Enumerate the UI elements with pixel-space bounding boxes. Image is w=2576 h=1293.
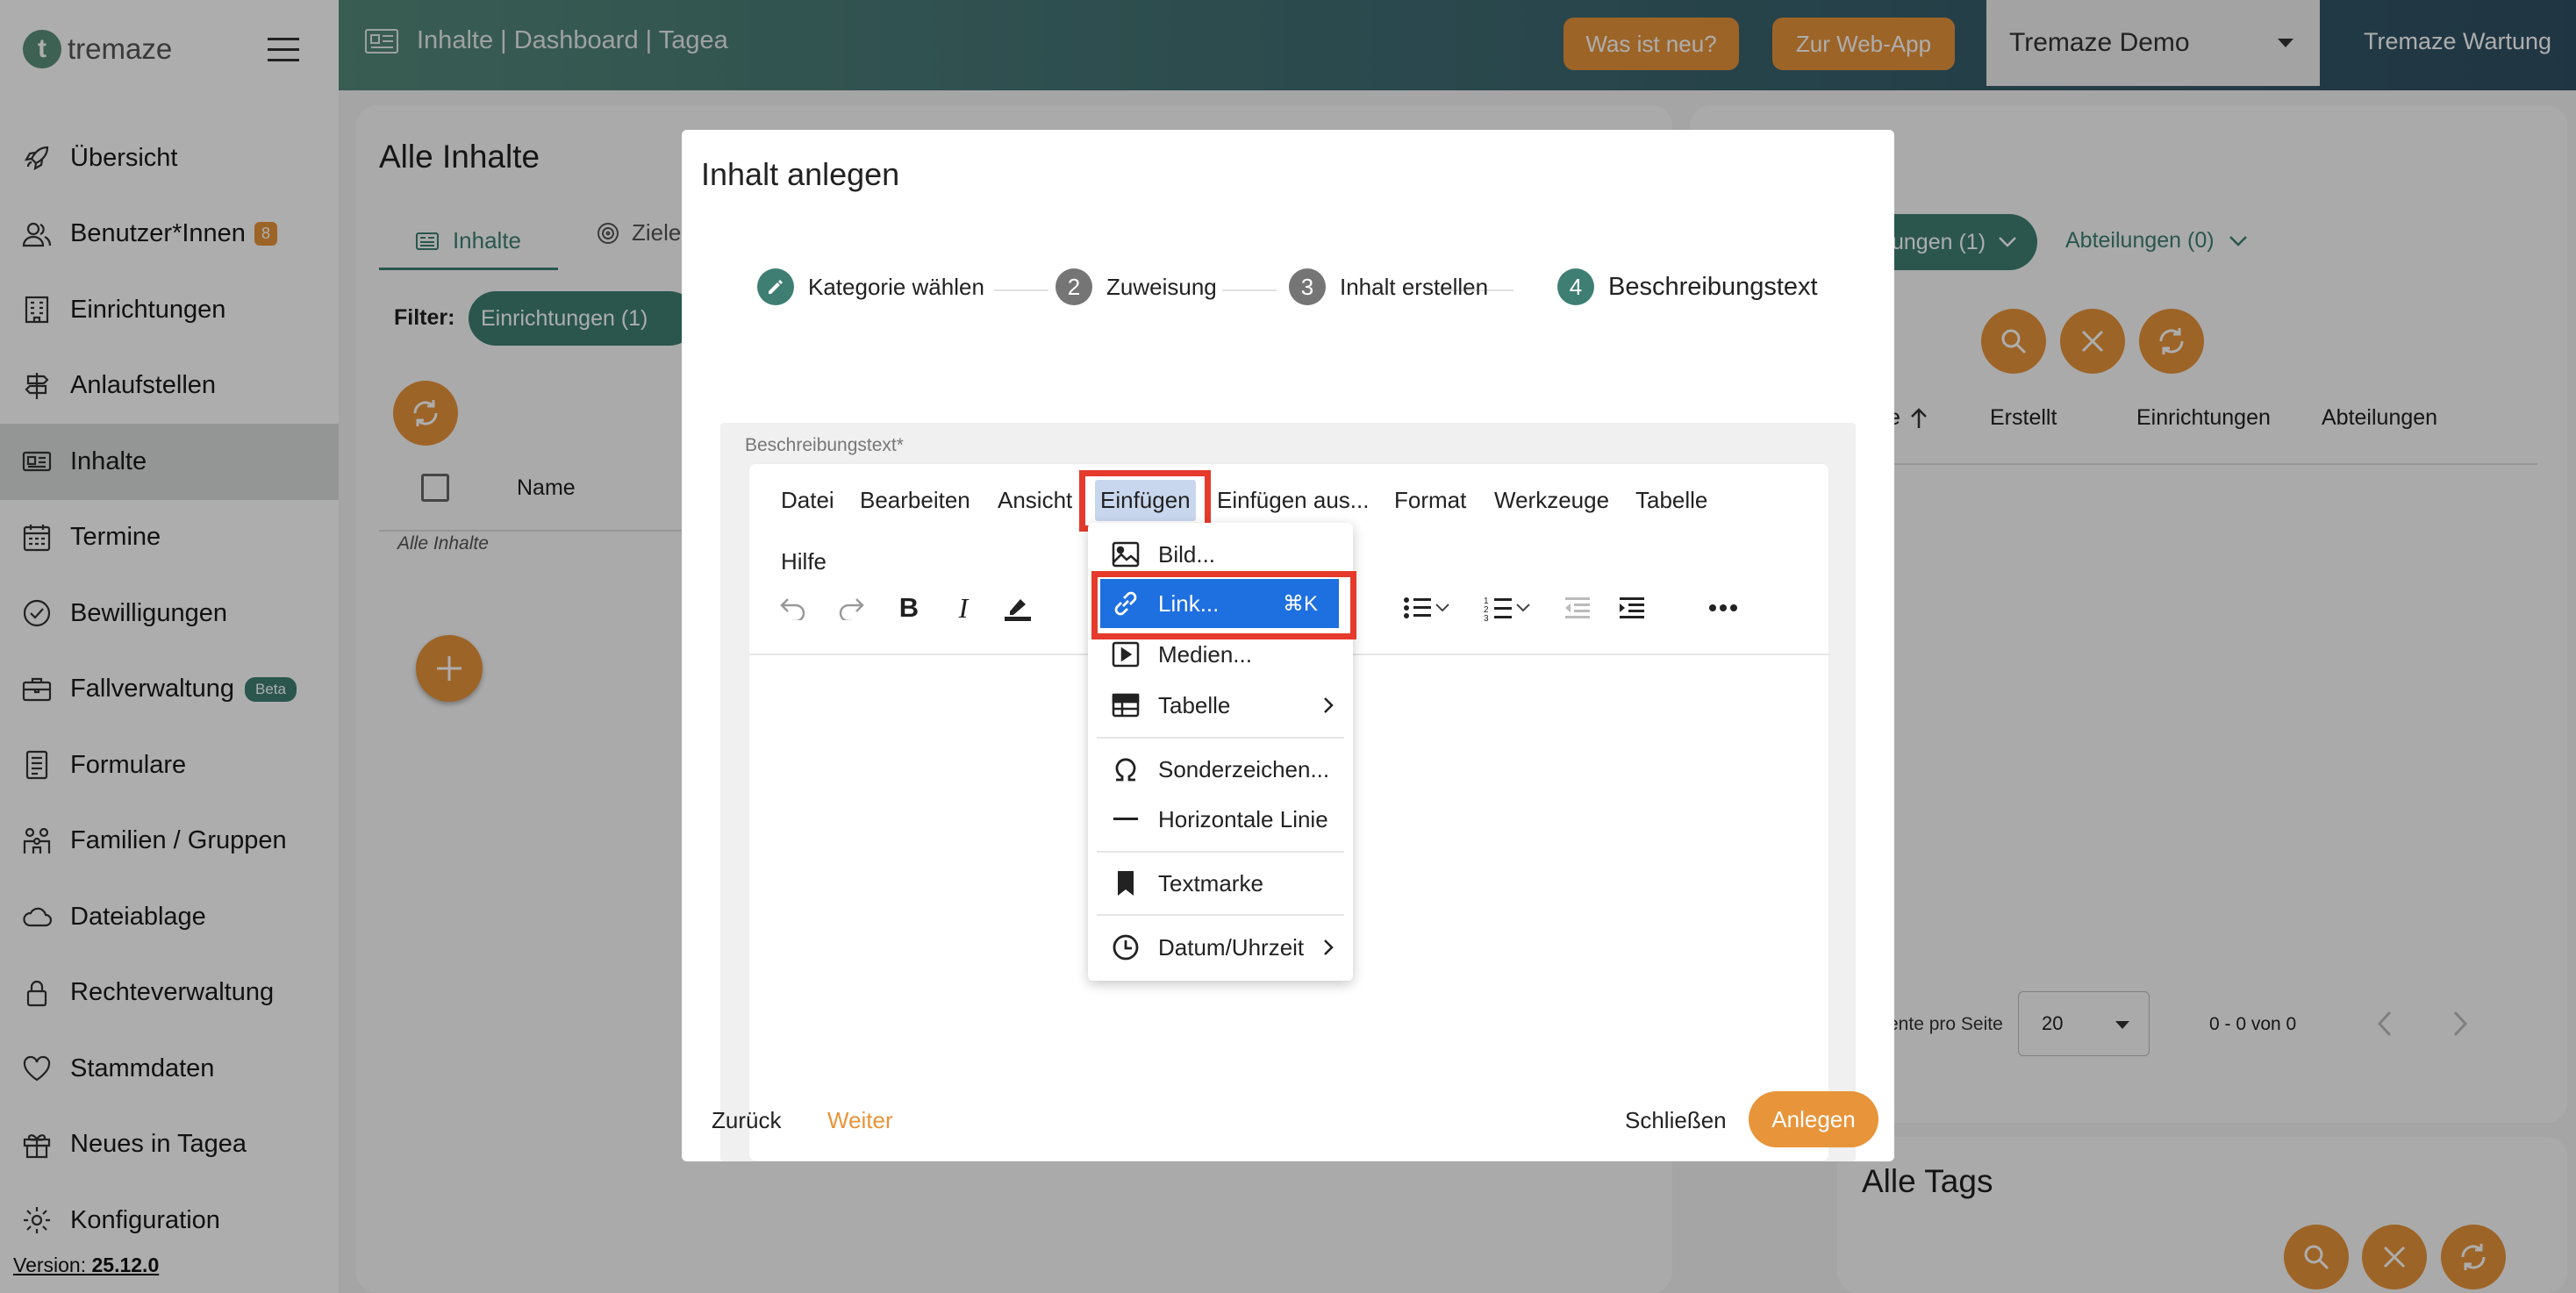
- menu-divider: [1097, 914, 1344, 916]
- menu-divider: [1097, 737, 1344, 739]
- bookmark-icon: [1111, 868, 1141, 899]
- step-label: Zuweisung: [1106, 273, 1217, 300]
- image-icon: [1111, 539, 1141, 570]
- highlight-link-item: [1091, 571, 1356, 639]
- menu-item-label: Bild...: [1158, 540, 1216, 568]
- chevron-down-icon[interactable]: [1432, 589, 1453, 627]
- menu-item-textmarke[interactable]: Textmarke: [1088, 859, 1353, 908]
- menu-werkzeuge[interactable]: Werkzeuge: [1494, 487, 1609, 514]
- menu-divider: [1097, 851, 1344, 853]
- omega-icon: [1111, 754, 1141, 785]
- step-label: Inhalt erstellen: [1340, 273, 1489, 300]
- menu-item-horizontale-linie[interactable]: Horizontale Linie: [1088, 795, 1353, 844]
- menu-bearbeiten[interactable]: Bearbeiten: [860, 487, 970, 514]
- create-button[interactable]: Anlegen: [1749, 1091, 1878, 1147]
- menu-format[interactable]: Format: [1394, 487, 1466, 514]
- bold-icon[interactable]: B: [890, 589, 928, 627]
- outdent-icon[interactable]: [1558, 589, 1597, 627]
- menu-item-sonderzeichen[interactable]: Sonderzeichen...: [1088, 745, 1353, 794]
- indent-icon[interactable]: [1613, 589, 1651, 627]
- step-label: Beschreibungstext: [1608, 272, 1818, 301]
- chevron-right-icon: [1323, 939, 1334, 956]
- menu-ansicht[interactable]: Ansicht: [998, 487, 1072, 514]
- step-connector: [994, 289, 1048, 291]
- menu-item-label: Datum/Uhrzeit: [1158, 933, 1305, 961]
- menu-item-label: Textmarke: [1158, 869, 1263, 897]
- step-zuweisung[interactable]: 2 Zuweisung: [1055, 268, 1217, 305]
- chevron-right-icon: [1323, 697, 1334, 714]
- menu-tabelle[interactable]: Tabelle: [1635, 487, 1707, 514]
- dialog-title: Inhalt anlegen: [701, 156, 900, 192]
- more-icon[interactable]: [1704, 589, 1742, 627]
- menu-einfuegen-aus[interactable]: Einfügen aus...: [1217, 487, 1369, 514]
- step-beschreibungstext[interactable]: 4 Beschreibungstext: [1557, 268, 1818, 305]
- menu-datei[interactable]: Datei: [781, 487, 834, 514]
- next-button[interactable]: Weiter: [827, 1107, 893, 1134]
- svg-text:3: 3: [1484, 614, 1489, 621]
- menu-item-label: Sonderzeichen...: [1158, 755, 1330, 782]
- table-icon: [1111, 689, 1141, 721]
- step-number: 2: [1055, 268, 1092, 305]
- redo-icon[interactable]: [832, 589, 870, 627]
- menu-item-label: Tabelle: [1158, 691, 1231, 718]
- italic-icon[interactable]: I: [944, 589, 983, 627]
- hr-icon: [1111, 804, 1141, 835]
- menu-item-label: Horizontale Linie: [1158, 805, 1328, 832]
- step-inhalt-erstellen[interactable]: 3 Inhalt erstellen: [1289, 268, 1488, 305]
- back-button[interactable]: Zurück: [712, 1107, 781, 1134]
- menu-hilfe[interactable]: Hilfe: [781, 548, 826, 575]
- step-label: Kategorie wählen: [808, 273, 984, 300]
- step-number: 3: [1289, 268, 1326, 305]
- menu-item-datum-uhrzeit[interactable]: Datum/Uhrzeit: [1088, 923, 1353, 972]
- menu-item-tabelle[interactable]: Tabelle: [1088, 681, 1353, 730]
- field-label: Beschreibungstext*: [745, 435, 904, 455]
- close-button[interactable]: Schließen: [1625, 1107, 1727, 1134]
- clock-icon: [1111, 932, 1141, 963]
- chevron-down-icon[interactable]: [1513, 589, 1534, 627]
- step-connector: [1222, 289, 1277, 291]
- media-icon: [1111, 639, 1141, 670]
- pencil-icon: [757, 268, 794, 305]
- undo-icon[interactable]: [774, 589, 812, 627]
- step-number: 4: [1557, 268, 1594, 305]
- highlight-color-icon[interactable]: [998, 589, 1037, 627]
- menu-item-label: Medien...: [1158, 640, 1252, 668]
- step-kategorie[interactable]: Kategorie wählen: [757, 268, 984, 305]
- stepper: Kategorie wählen 2 Zuweisung 3 Inhalt er…: [757, 268, 1836, 312]
